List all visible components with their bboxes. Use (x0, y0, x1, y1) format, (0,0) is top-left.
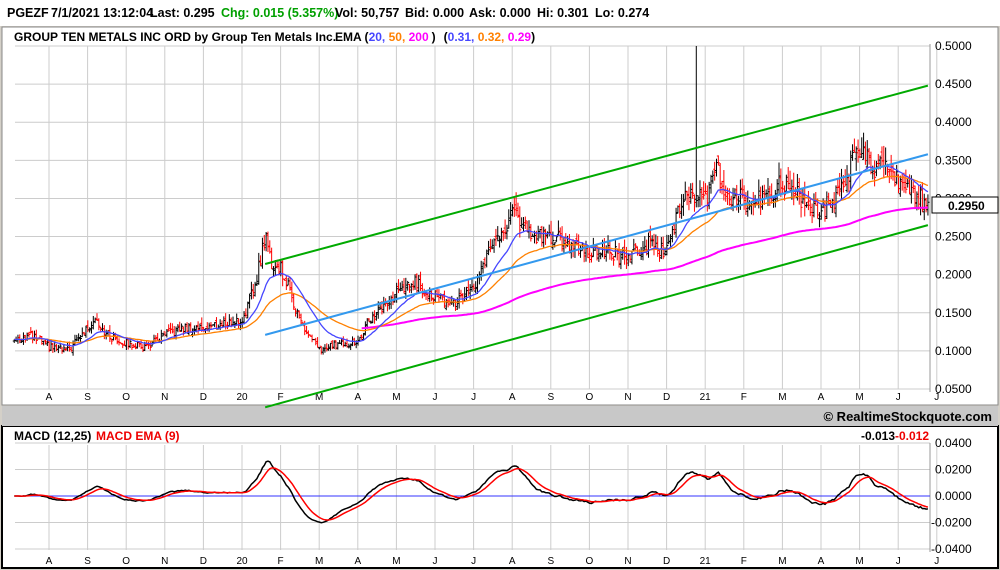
price-x-tick: N (624, 392, 631, 403)
price-y-tick: 0.5000 (935, 39, 972, 53)
price-y-tick: 0.2500 (935, 230, 972, 244)
macd-x-tick: F (278, 556, 284, 567)
price-x-tick: M (778, 392, 786, 403)
macd-y-tick: -0.0200 (931, 516, 972, 530)
macd-x-tick: N (624, 556, 631, 567)
chart-svg: © RealtimeStockquote.com A A S S O O N N D D 20 20 F… (1, 26, 999, 569)
macd-x-tick: O (586, 556, 594, 567)
macd-signal-label: MACD EMA (9) (96, 429, 180, 443)
macd-x-tick: 20 (236, 556, 248, 567)
price-y-tick: 0.4000 (935, 115, 972, 129)
price-y-tick: 0.1500 (935, 306, 972, 320)
current-price: 0.2950 (948, 199, 985, 213)
macd-x-tick: J (896, 556, 901, 567)
macd-x-tick: M (778, 556, 786, 567)
macd-x-tick: J (433, 556, 438, 567)
price-y-tick: 0.2000 (935, 268, 972, 282)
price-x-tick: D (663, 392, 670, 403)
price-x-tick: J (433, 392, 438, 403)
macd-x-tick: J (471, 556, 476, 567)
price-x-tick: O (586, 392, 594, 403)
macd-x-tick: A (818, 556, 825, 567)
macd-x-tick: F (741, 556, 747, 567)
macd-x-tick: A (509, 556, 516, 567)
copyright: © RealtimeStockquote.com (823, 409, 992, 424)
price-x-tick: A (354, 392, 361, 403)
macd-y-tick: -0.0400 (931, 542, 972, 556)
macd-x-tick: O (122, 556, 130, 567)
macd-x-tick: D (200, 556, 207, 567)
macd-x-tick: N (161, 556, 168, 567)
macd-x-tick: A (46, 556, 53, 567)
price-y-tick: 0.3500 (935, 153, 972, 167)
macd-x-tick: 21 (700, 556, 712, 567)
price-x-tick: O (122, 392, 130, 403)
price-x-tick: 20 (236, 392, 248, 403)
price-x-tick: J (896, 392, 901, 403)
price-y-tick: 0.4500 (935, 77, 972, 91)
price-x-tick: D (200, 392, 207, 403)
price-x-tick: A (509, 392, 516, 403)
macd-x-tick: S (84, 556, 91, 567)
price-x-tick: N (161, 392, 168, 403)
price-x-tick: M (392, 392, 400, 403)
macd-x-tick: M (392, 556, 400, 567)
chart-title: GROUP TEN METALS INC ORD by Group Ten Me… (14, 30, 336, 44)
macd-x-tick: S (547, 556, 554, 567)
price-y-tick: 0.1000 (935, 344, 972, 358)
macd-value: -0.013 (861, 429, 895, 443)
macd-y-tick: 0.0400 (935, 436, 972, 450)
macd-panel (1, 425, 999, 569)
macd-y-tick: 0.0200 (935, 463, 972, 477)
macd-x-tick: D (663, 556, 670, 567)
signal-value: -0.012 (895, 429, 929, 443)
price-x-tick: 21 (700, 392, 712, 403)
price-x-tick: S (547, 392, 554, 403)
macd-x-tick: A (354, 556, 361, 567)
price-x-tick: A (46, 392, 53, 403)
macd-x-tick: M (315, 556, 323, 567)
price-x-tick: S (84, 392, 91, 403)
price-y-tick: 0.0500 (935, 382, 972, 396)
price-x-tick: A (818, 392, 825, 403)
price-x-tick: M (855, 392, 863, 403)
price-x-tick: J (471, 392, 476, 403)
ema-legend: EMA (20, 50, 200) (0.31, 0.32, 0.29) (335, 30, 535, 44)
macd-x-tick: J (934, 556, 939, 567)
macd-title: MACD (12,25) (14, 429, 91, 443)
macd-y-tick: 0.0000 (935, 489, 972, 503)
price-x-tick: F (741, 392, 747, 403)
macd-x-tick: M (855, 556, 863, 567)
price-x-tick: F (278, 392, 284, 403)
